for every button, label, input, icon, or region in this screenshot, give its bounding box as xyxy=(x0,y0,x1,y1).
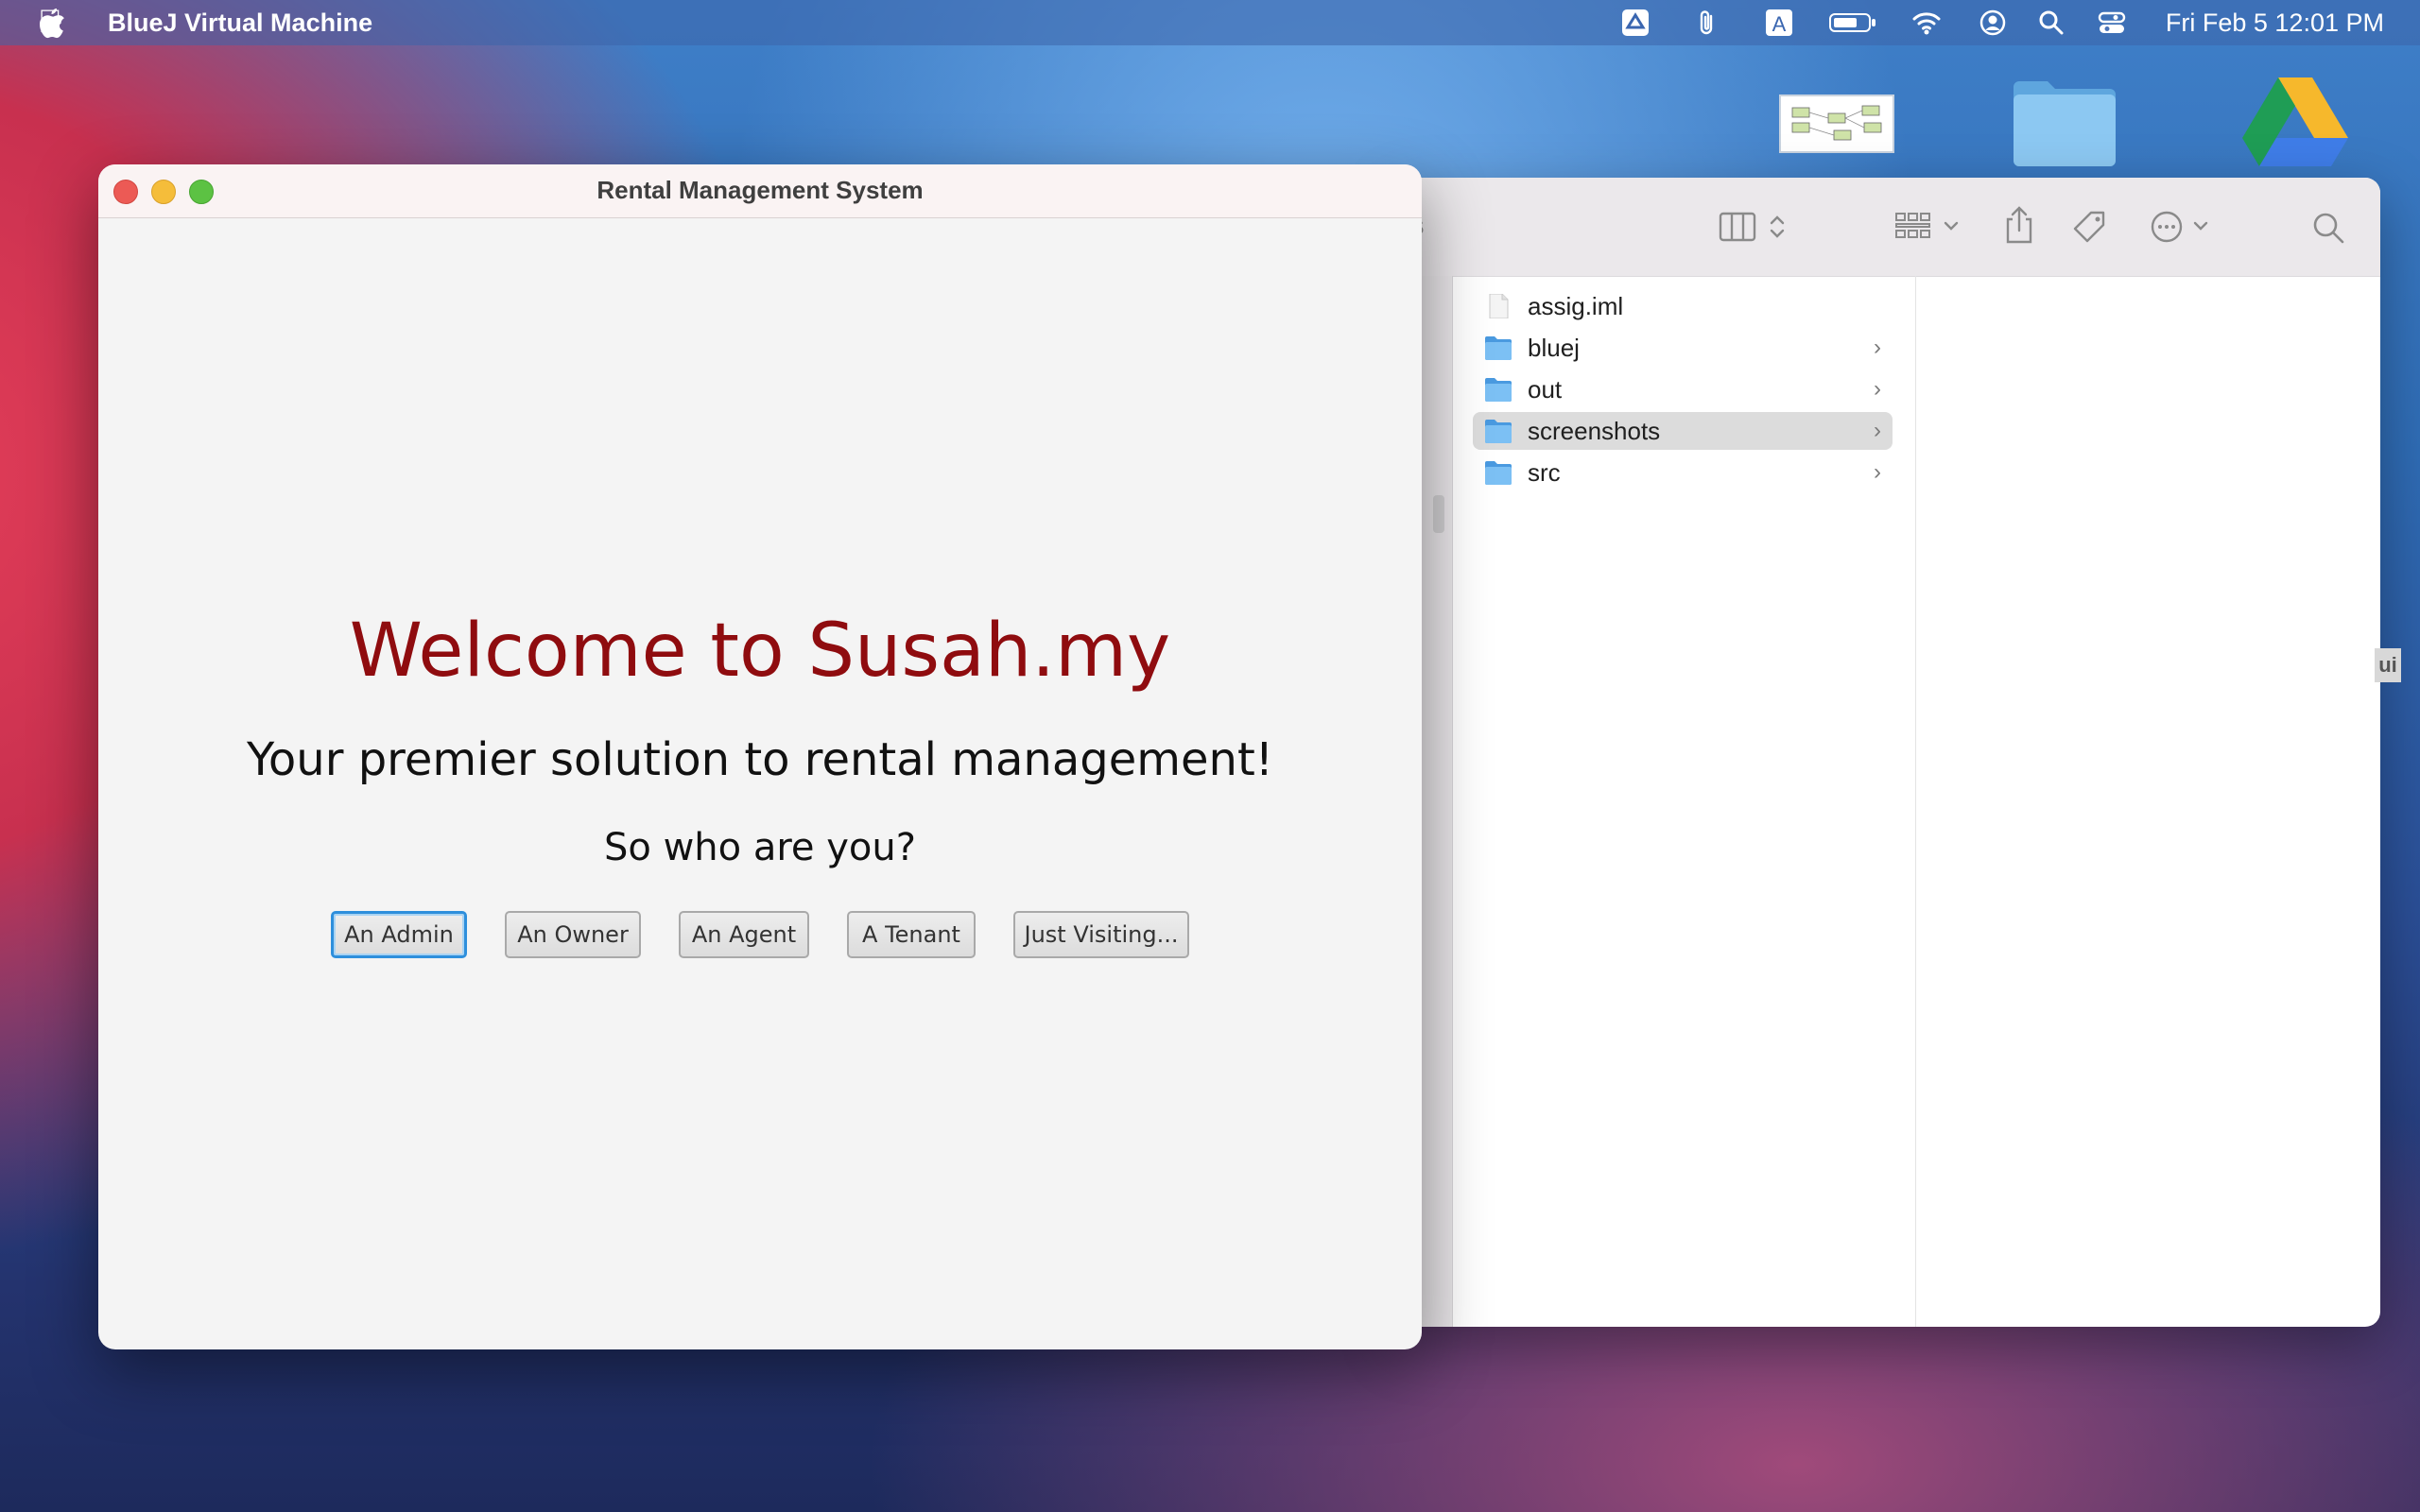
file-name: src xyxy=(1528,457,1561,487)
partial-window-label: ui xyxy=(2375,648,2401,682)
just-visiting-button[interactable]: Just Visiting... xyxy=(1013,911,1189,958)
active-app-name[interactable]: BlueJ Virtual Machine xyxy=(108,9,372,38)
finder-window: ts xyxy=(1399,178,2380,1327)
apple-logo-icon[interactable] xyxy=(38,7,66,39)
more-actions-icon[interactable] xyxy=(2150,210,2218,244)
chevron-right-icon: › xyxy=(1874,335,1881,360)
diagram-thumbnail-icon xyxy=(1791,105,1882,141)
group-by-icon[interactable] xyxy=(1894,210,1962,244)
chevron-right-icon: › xyxy=(1874,459,1881,485)
tagline-text: Your premier solution to rental manageme… xyxy=(246,733,1274,786)
desktop-folder-icon[interactable] xyxy=(2010,72,2119,170)
finder-search-icon[interactable] xyxy=(2310,210,2348,244)
role-question: So who are you? xyxy=(604,826,916,869)
battery-icon[interactable] xyxy=(1828,8,1877,38)
chevron-right-icon: › xyxy=(1874,376,1881,402)
sidebar-scrollbar[interactable] xyxy=(1433,495,1444,533)
file-row-bluej[interactable]: bluej › xyxy=(1473,329,1893,367)
share-icon[interactable] xyxy=(2000,204,2038,246)
column-view-icon[interactable] xyxy=(1719,210,1794,244)
folder-icon xyxy=(1485,336,1512,360)
owner-button[interactable]: An Owner xyxy=(505,911,641,958)
file-row-out[interactable]: out › xyxy=(1473,370,1893,408)
agent-button[interactable]: An Agent xyxy=(679,911,809,958)
user-icon[interactable] xyxy=(1978,8,2008,38)
rental-management-window: Rental Management System Welcome to Susa… xyxy=(98,164,1422,1349)
file-name: bluej xyxy=(1528,333,1580,362)
folder-icon xyxy=(1485,461,1512,485)
desktop-screenshot-thumbnail[interactable] xyxy=(1779,94,1894,153)
wifi-icon[interactable] xyxy=(1911,8,1942,38)
menu-bar:  BlueJ Virtual Machine A Fri Fe xyxy=(0,0,2420,45)
finder-toolbar: ts xyxy=(1399,178,2380,277)
admin-button[interactable]: An Admin xyxy=(331,911,467,958)
tenant-button[interactable]: A Tenant xyxy=(847,911,976,958)
file-name: screenshots xyxy=(1528,416,1661,445)
paperclip-icon[interactable] xyxy=(1692,8,1722,38)
document-icon xyxy=(1489,294,1509,318)
menubar-clock[interactable]: Fri Feb 5 12:01 PM xyxy=(2166,9,2384,38)
welcome-heading: Welcome to Susah.my xyxy=(349,609,1171,694)
file-row-screenshots[interactable]: screenshots › xyxy=(1473,412,1893,450)
control-center-icon[interactable] xyxy=(2097,8,2127,38)
chevron-right-icon: › xyxy=(1874,418,1881,443)
google-drive-menu-icon[interactable] xyxy=(1620,8,1651,38)
text-input-icon[interactable]: A xyxy=(1764,8,1794,38)
spotlight-search-icon[interactable] xyxy=(2036,8,2066,38)
tag-icon[interactable] xyxy=(2070,210,2108,244)
svg-text:A: A xyxy=(1772,12,1787,36)
google-drive-icon[interactable] xyxy=(2240,72,2350,170)
file-name: assig.iml xyxy=(1528,291,1624,320)
file-name: out xyxy=(1528,374,1563,404)
folder-icon xyxy=(1485,420,1512,443)
window-titlebar[interactable]: Rental Management System xyxy=(98,164,1422,218)
column-divider[interactable] xyxy=(1915,276,1916,1327)
file-row-src[interactable]: src › xyxy=(1473,454,1893,491)
file-row-assig-iml[interactable]: assig.iml xyxy=(1473,287,1893,325)
folder-icon xyxy=(1485,378,1512,402)
window-title: Rental Management System xyxy=(596,176,924,204)
